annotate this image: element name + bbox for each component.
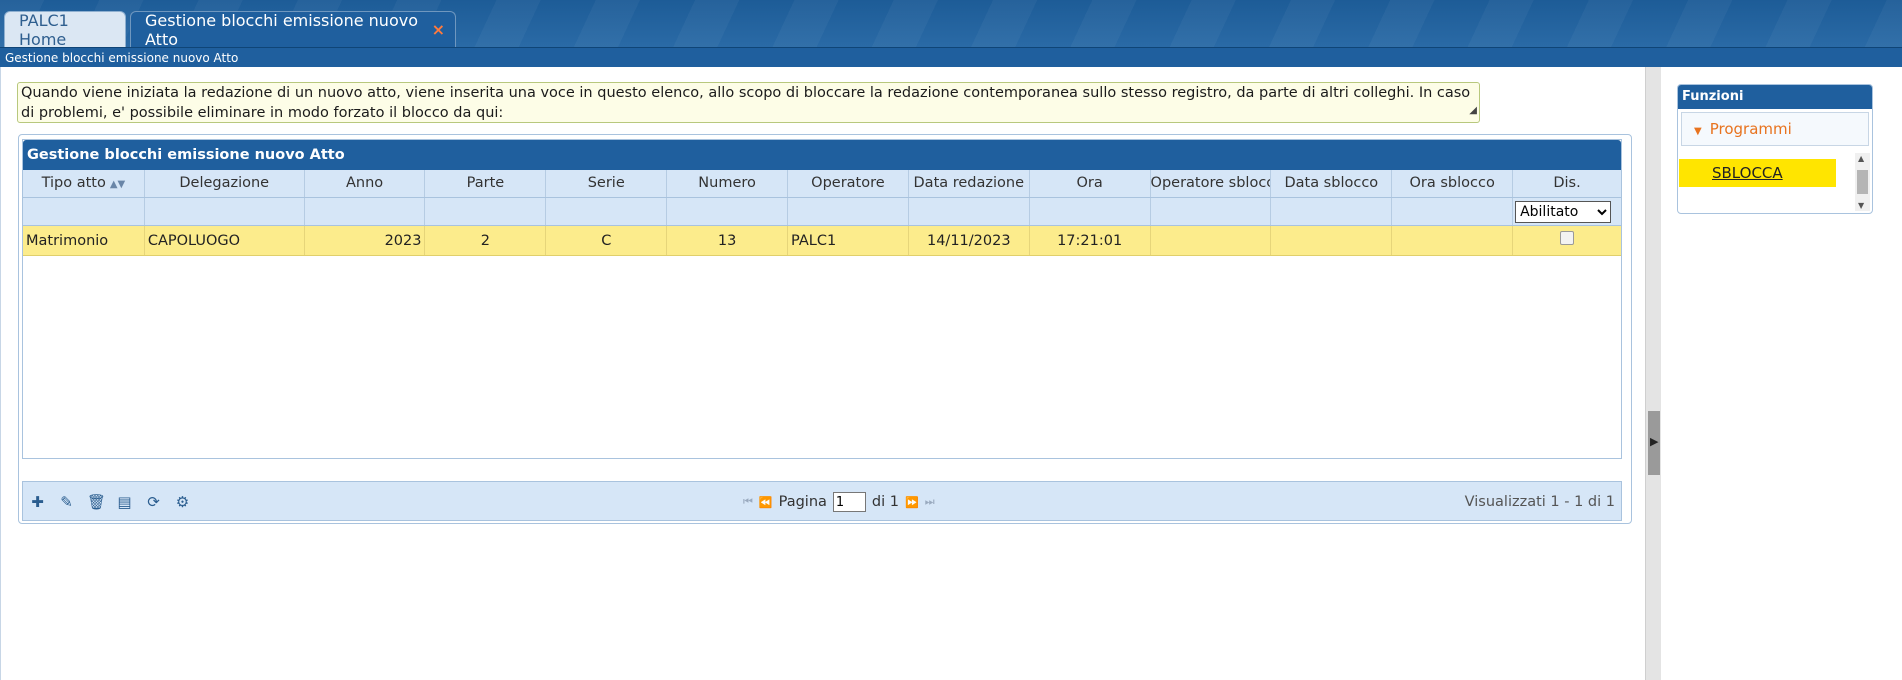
col-header-operatore-sblocco[interactable]: Operatore sblocco — [1151, 170, 1272, 197]
filter-cell[interactable] — [1392, 198, 1514, 225]
col-header-anno[interactable]: Anno — [305, 170, 426, 197]
cell-tipo-atto: Matrimonio — [23, 226, 145, 255]
close-icon[interactable]: × — [432, 20, 445, 39]
tab-active-label: Gestione blocchi emissione nuovo Atto — [145, 10, 418, 49]
add-icon[interactable]: ✚ — [29, 493, 46, 511]
scroll-up-icon[interactable]: ▲ — [1858, 154, 1864, 163]
filter-cell[interactable] — [667, 198, 789, 225]
col-header-delegazione[interactable]: Delegazione — [145, 170, 305, 197]
page-total: di 1 — [871, 494, 899, 510]
sblocca-link[interactable]: SBLOCCA — [1679, 159, 1836, 187]
last-page-icon[interactable]: ⏭ — [925, 495, 935, 509]
functions-panel-title: Funzioni — [1678, 85, 1872, 109]
scroll-thumb[interactable] — [1857, 170, 1868, 194]
filter-cell[interactable] — [23, 198, 145, 225]
cell-data-sblocco — [1271, 226, 1393, 255]
col-header-operatore[interactable]: Operatore — [788, 170, 909, 197]
cell-serie: C — [546, 226, 668, 255]
page-navigator: ⏮ ⏪ Pagina di 1 ⏩ ⏭ — [743, 482, 935, 522]
splitter-handle[interactable]: ▶ — [1648, 411, 1660, 475]
scroll-down-icon[interactable]: ▼ — [1858, 201, 1864, 210]
filter-cell[interactable] — [145, 198, 305, 225]
filter-cell[interactable] — [1151, 198, 1272, 225]
filter-cell[interactable] — [788, 198, 909, 225]
prev-page-icon[interactable]: ⏪ — [759, 496, 773, 509]
page-number-input[interactable] — [832, 492, 866, 512]
grid-toolbar: ✚ ✎ 🗑 ▤ ⟳ ⚙ — [29, 482, 191, 522]
grid-pager: ✚ ✎ 🗑 ▤ ⟳ ⚙ ⏮ ⏪ Pagina di 1 ⏩ ⏭ Visualiz… — [22, 481, 1622, 521]
records-summary: Visualizzati 1 - 1 di 1 — [1464, 494, 1615, 510]
refresh-icon[interactable]: ⟳ — [145, 493, 162, 511]
col-header-dis[interactable]: Dis. — [1513, 170, 1621, 197]
col-header-label: Tipo atto — [41, 175, 106, 191]
next-page-icon[interactable]: ⏩ — [905, 496, 919, 509]
programmi-label: Programmi — [1709, 120, 1792, 138]
cell-anno: 2023 — [305, 226, 426, 255]
breadcrumb: Gestione blocchi emissione nuovo Atto — [0, 47, 1902, 67]
col-header-data-sblocco[interactable]: Data sblocco — [1271, 170, 1393, 197]
col-header-ora[interactable]: Ora — [1030, 170, 1151, 197]
cell-data-redazione: 14/11/2023 — [909, 226, 1030, 255]
resize-grip-icon[interactable]: ◢ — [1469, 101, 1477, 121]
filter-cell[interactable] — [909, 198, 1030, 225]
cell-ora: 17:21:01 — [1030, 226, 1151, 255]
cell-ora-sblocco — [1392, 226, 1514, 255]
col-header-tipo-atto[interactable]: Tipo atto ▲▼ — [23, 170, 145, 197]
col-header-parte[interactable]: Parte — [425, 170, 547, 197]
filter-cell[interactable] — [1271, 198, 1393, 225]
tab-gestione-blocchi[interactable]: Gestione blocchi emissione nuovo Atto × — [130, 10, 456, 49]
cell-parte: 2 — [425, 226, 547, 255]
table-row[interactable]: Matrimonio CAPOLUOGO 2023 2 C 13 PALC1 1… — [23, 226, 1621, 256]
cell-operatore-sblocco — [1151, 226, 1272, 255]
page-label: Pagina — [778, 494, 827, 510]
dis-checkbox[interactable] — [1560, 231, 1574, 245]
grid-container: Gestione blocchi emissione nuovo Atto Ti… — [18, 134, 1632, 524]
tab-home[interactable]: PALC1 Home — [4, 10, 126, 49]
filter-cell[interactable] — [1030, 198, 1151, 225]
cell-numero: 13 — [667, 226, 789, 255]
col-header-ora-sblocco[interactable]: Ora sblocco — [1392, 170, 1514, 197]
info-textarea[interactable]: Quando viene iniziata la redazione di un… — [17, 82, 1480, 123]
delete-icon[interactable]: 🗑 — [87, 493, 106, 511]
col-header-data-redazione[interactable]: Data redazione — [909, 170, 1030, 197]
main-panel: Quando viene iniziata la redazione di un… — [0, 67, 1645, 680]
side-scrollbar[interactable]: ▲ ▼ — [1855, 153, 1870, 211]
col-header-numero[interactable]: Numero — [667, 170, 789, 197]
first-page-icon[interactable]: ⏮ — [743, 495, 753, 509]
grid-filter-row: Abilitato — [23, 198, 1621, 226]
grid-title: Gestione blocchi emissione nuovo Atto — [23, 140, 1621, 170]
info-text: Quando viene iniziata la redazione di un… — [21, 85, 1471, 121]
filter-cell[interactable] — [425, 198, 547, 225]
filter-cell[interactable] — [546, 198, 668, 225]
grid-header-row: Tipo atto ▲▼ Delegazione Anno Parte Serie… — [23, 170, 1621, 198]
dis-filter-select[interactable]: Abilitato — [1515, 201, 1612, 223]
cell-dis — [1513, 226, 1621, 255]
gear-icon[interactable]: ⚙ — [174, 493, 191, 511]
top-tab-bar: PALC1 Home Gestione blocchi emissione nu… — [0, 0, 1902, 49]
col-header-serie[interactable]: Serie — [546, 170, 668, 197]
sort-icon[interactable]: ▲▼ — [110, 179, 125, 190]
caret-down-icon: ▼ — [1694, 126, 1702, 137]
expand-arrow-icon[interactable]: ▶ — [1650, 435, 1658, 448]
programmi-group-header[interactable]: ▼ Programmi — [1681, 112, 1869, 146]
export-icon[interactable]: ▤ — [116, 493, 133, 511]
panel-splitter[interactable]: ▶ — [1645, 67, 1661, 680]
cell-operatore: PALC1 — [788, 226, 909, 255]
functions-panel: Funzioni ▼ Programmi SBLOCCA ▲ ▼ — [1677, 84, 1873, 214]
cell-delegazione: CAPOLUOGO — [145, 226, 305, 255]
filter-cell-dis: Abilitato — [1513, 198, 1621, 225]
tab-home-label: PALC1 Home — [19, 10, 69, 49]
filter-cell[interactable] — [305, 198, 426, 225]
edit-icon[interactable]: ✎ — [58, 493, 75, 511]
data-grid: Gestione blocchi emissione nuovo Atto Ti… — [22, 139, 1622, 459]
